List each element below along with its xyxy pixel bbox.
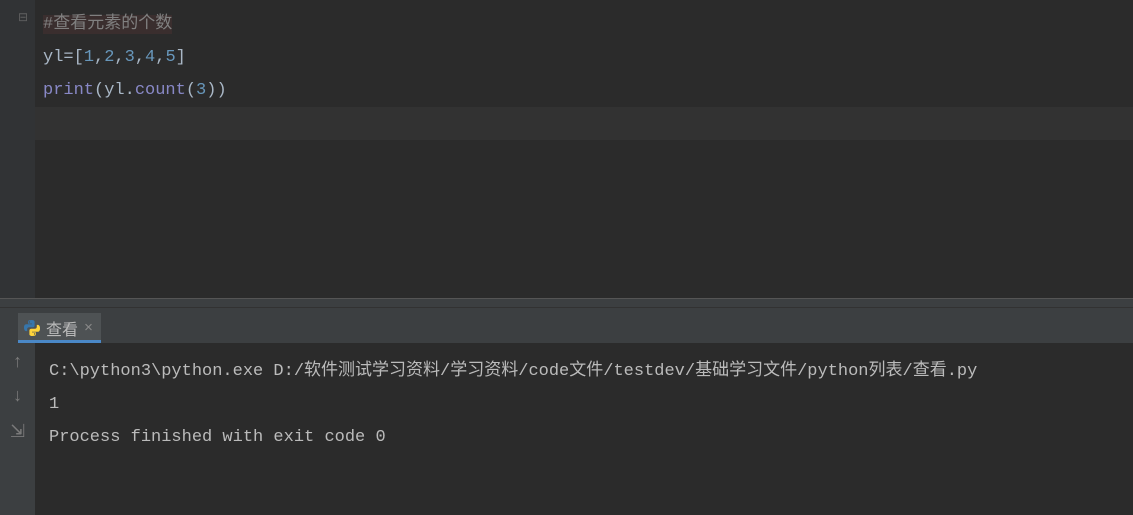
code-line-1[interactable]: #查看元素的个数: [43, 8, 1125, 41]
console-body: ↑ ↓ ⇲ C:\python3\python.exe D:/软件测试学习资料/…: [0, 343, 1133, 515]
run-tab[interactable]: 查看 ×: [18, 313, 101, 343]
python-file-icon: [24, 320, 40, 336]
code-line-3[interactable]: print(yl.count(3)): [43, 74, 1125, 107]
code-line-2[interactable]: yl=[1,2,3,4,5]: [43, 41, 1125, 74]
console-tabs-bar: 查看 ×: [0, 308, 1133, 343]
console-line-4: Process finished with exit code 0: [49, 421, 1119, 454]
close-icon[interactable]: ×: [84, 320, 93, 337]
console-area: 查看 × ↑ ↓ ⇲ C:\python3\python.exe D:/软件测试…: [0, 308, 1133, 515]
code-line-4[interactable]: [35, 107, 1133, 140]
console-line-2: 1: [49, 388, 1119, 421]
code-content[interactable]: #查看元素的个数 yl=[1,2,3,4,5] print(yl.count(3…: [35, 0, 1133, 298]
editor-gutter: ⊟: [0, 0, 35, 298]
editor-area: ⊟ #查看元素的个数 yl=[1,2,3,4,5] print(yl.count…: [0, 0, 1133, 298]
arrow-down-icon[interactable]: ↓: [12, 387, 23, 407]
comment-text: #查看元素的个数: [43, 15, 172, 34]
console-output[interactable]: C:\python3\python.exe D:/软件测试学习资料/学习资料/c…: [35, 343, 1133, 515]
tab-active-indicator: [18, 340, 101, 343]
arrow-up-icon[interactable]: ↑: [12, 353, 23, 373]
panel-divider[interactable]: [0, 298, 1133, 308]
console-gutter: ↑ ↓ ⇲: [0, 343, 35, 515]
fold-icon[interactable]: ⊟: [18, 10, 28, 25]
console-line-1: C:\python3\python.exe D:/软件测试学习资料/学习资料/c…: [49, 355, 1119, 388]
tab-label: 查看: [46, 316, 78, 340]
soft-wrap-icon[interactable]: ⇲: [10, 421, 25, 443]
